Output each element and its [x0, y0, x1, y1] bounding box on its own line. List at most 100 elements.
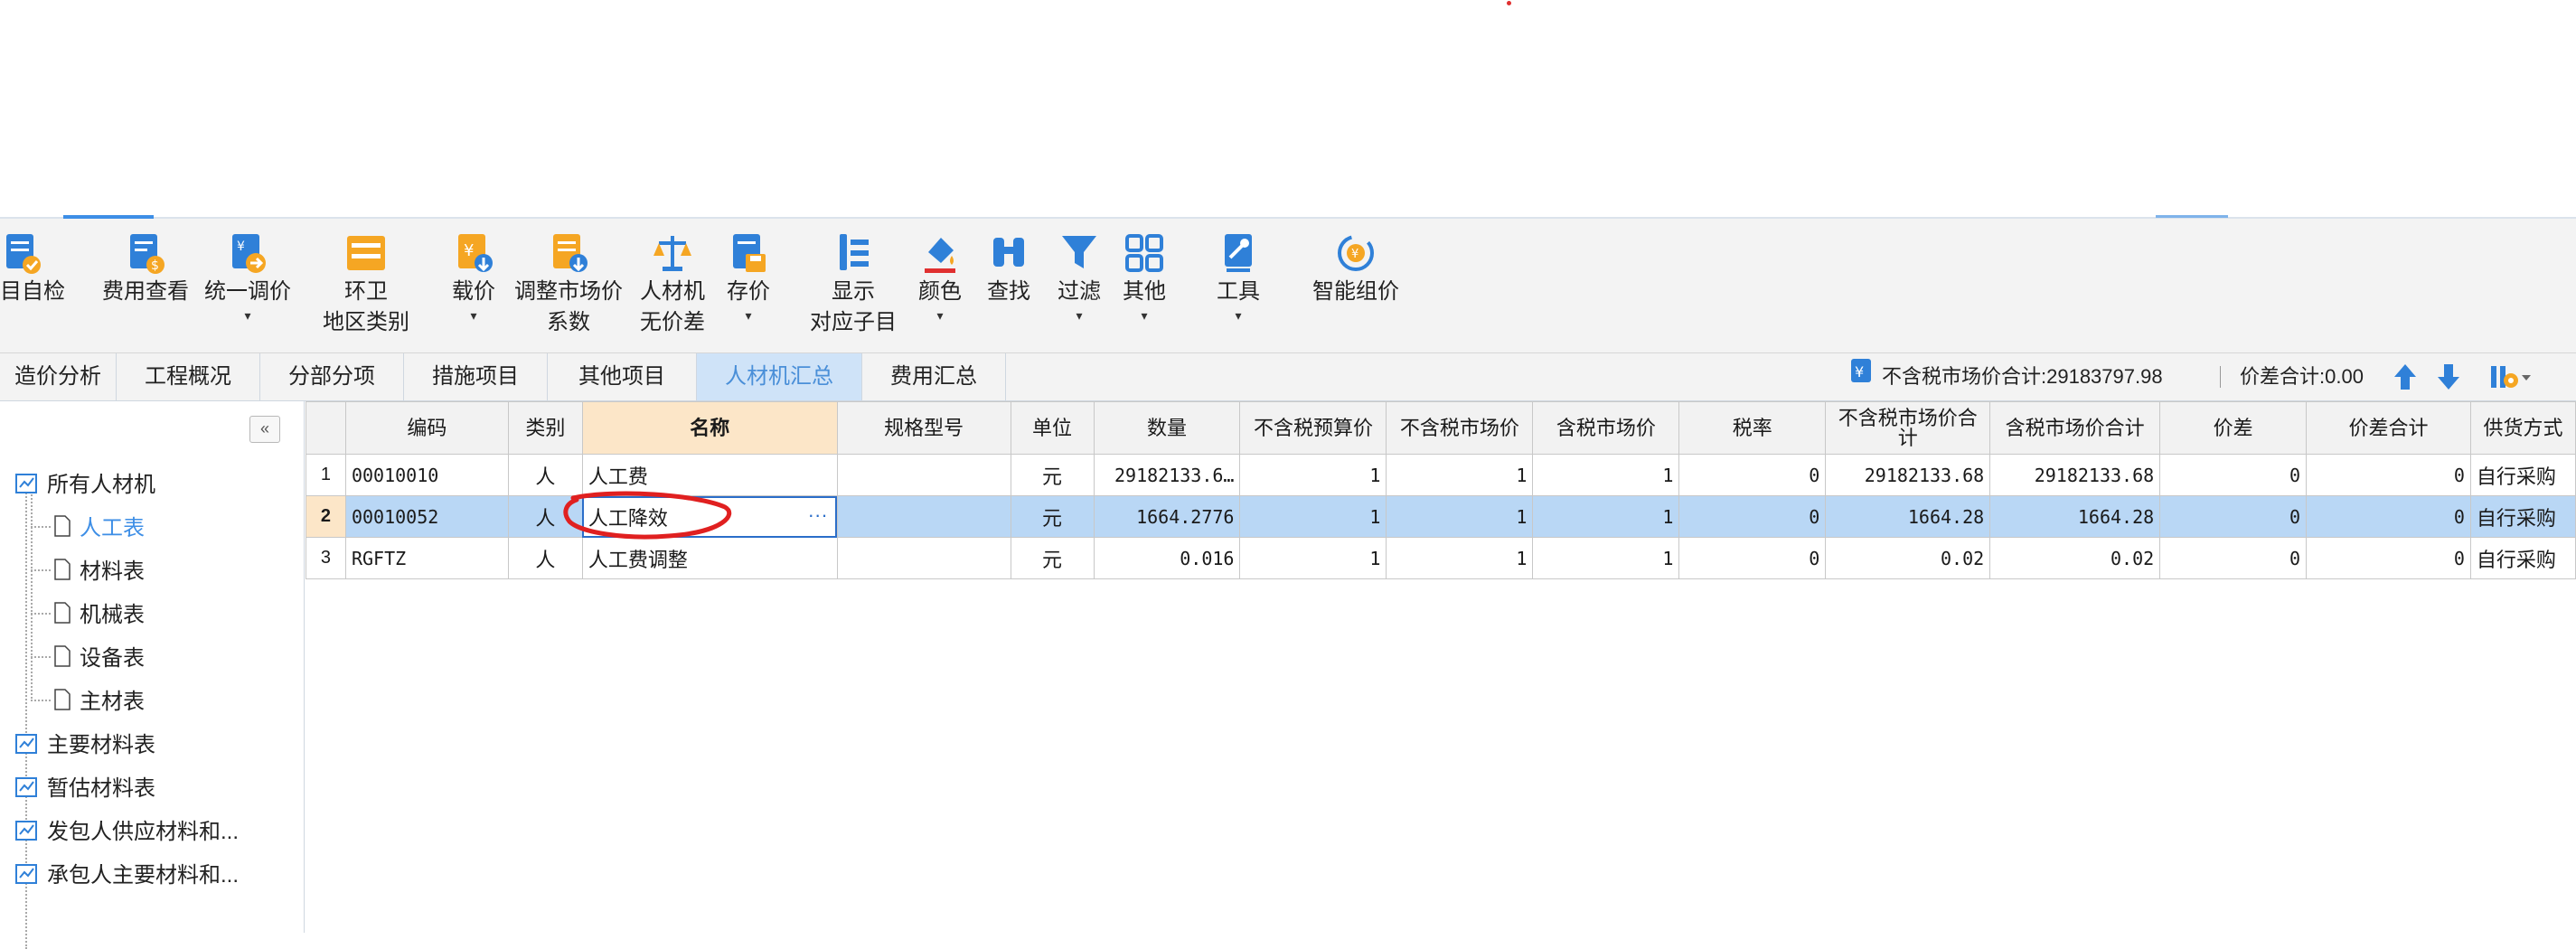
tools-button[interactable]: 工具 ▾ — [1202, 230, 1274, 322]
header-price-diff[interactable]: 价差 — [2159, 401, 2308, 455]
tree-item-materials[interactable]: 材料表 — [52, 553, 145, 587]
cell-code[interactable]: 00010010 — [344, 454, 509, 496]
tab-project-overview[interactable]: 工程概况 — [117, 353, 260, 400]
cell-market-price-tax[interactable]: 1 — [1532, 537, 1680, 579]
column-settings-icon[interactable] — [2489, 362, 2534, 396]
header-market-price[interactable]: 不含税市场价 — [1386, 401, 1534, 455]
table-chart-icon — [14, 731, 40, 761]
tab-labor-material-machine-summary[interactable]: 人材机汇总 — [697, 353, 862, 400]
tree-item-equipment[interactable]: 设备表 — [52, 640, 145, 674]
cell-unit[interactable]: 元 — [1010, 495, 1095, 538]
cell-market-price-tax[interactable]: 1 — [1532, 454, 1680, 496]
tree-item-labor[interactable]: 人工表 — [52, 510, 145, 544]
cell-unit[interactable]: 元 — [1010, 537, 1095, 579]
header-type[interactable]: 类别 — [507, 401, 583, 455]
table-chart-icon — [14, 818, 40, 848]
tree-item-label: 承包人主要材料和... — [47, 863, 240, 888]
project-check-button[interactable]: 项目自检 — [0, 230, 76, 307]
smart-pricing-button[interactable]: ¥ 智能组价 — [1297, 230, 1415, 307]
tree-item-machinery[interactable]: 机械表 — [52, 597, 145, 631]
cell-spec[interactable] — [836, 537, 1011, 579]
filter-button[interactable]: 过滤 ▾ — [1045, 230, 1114, 322]
cell-code[interactable]: 00010052 — [344, 495, 509, 538]
tab-sections[interactable]: 分部分项 — [260, 353, 404, 400]
no-price-diff-label: 人材机 无价差 — [640, 279, 705, 334]
more-options-icon[interactable]: ··· — [808, 503, 828, 527]
cell-spec[interactable] — [836, 495, 1011, 538]
cell-price-diff-total: 0 — [2306, 495, 2471, 538]
show-subitem-button[interactable]: 显示 对应子目 — [799, 230, 907, 338]
table-row[interactable]: 1 00010010 人 人工费 元 29182133.6… 1 1 1 0 2… — [306, 454, 2576, 496]
chevron-down-icon: ▾ — [470, 308, 477, 323]
tab-cost-analysis[interactable]: 造价分析 — [0, 353, 117, 400]
region-category-button[interactable]: 环卫 地区类别 — [316, 230, 416, 338]
cell-market-price[interactable]: 1 — [1386, 454, 1534, 496]
tree-item-owner-supplied[interactable]: 发包人供应材料和... — [14, 813, 239, 848]
table-row[interactable]: 3 RGFTZ 人 人工费调整 元 0.016 1 1 1 0 0.02 0.0… — [306, 537, 2576, 579]
cell-spec[interactable] — [836, 454, 1011, 496]
cell-market-price[interactable]: 1 — [1386, 537, 1534, 579]
cell-code[interactable]: RGFTZ — [344, 537, 509, 579]
header-market-total[interactable]: 不含税市场价合计 — [1825, 401, 1991, 455]
tree-item-main-materials[interactable]: 主材表 — [52, 683, 145, 718]
move-down-arrow-icon[interactable] — [2435, 362, 2462, 396]
header-spec[interactable]: 规格型号 — [836, 401, 1011, 455]
unified-price-adjust-button[interactable]: ¥ 统一调价 ▾ — [198, 230, 297, 322]
color-button[interactable]: 颜色 ▾ — [906, 230, 974, 322]
tree-item-estimated-materials[interactable]: 暂估材料表 — [14, 770, 155, 804]
header-market-price-tax[interactable]: 含税市场价 — [1532, 401, 1680, 455]
cell-name[interactable]: 人工费 — [581, 454, 838, 496]
ribbon-toolbar: 项目自检 $ 费用查看 ¥ 统一调价 ▾ 环卫 地区类别 ¥ 载价 ▾ 调整市场… — [0, 219, 2576, 353]
cell-tax-rate[interactable]: 0 — [1678, 537, 1827, 579]
cell-market-price[interactable]: 1 — [1386, 495, 1534, 538]
collapse-panel-button[interactable]: « — [249, 416, 280, 443]
header-market-total-tax[interactable]: 含税市场价合计 — [1989, 401, 2161, 455]
chevron-down-icon: ▾ — [936, 308, 944, 323]
cell-tax-rate[interactable]: 0 — [1678, 495, 1827, 538]
no-price-diff-button[interactable]: 人材机 无价差 — [633, 230, 712, 338]
find-button[interactable]: 查找 — [974, 230, 1043, 307]
header-quantity[interactable]: 数量 — [1093, 401, 1241, 455]
tab-cost-summary[interactable]: 费用汇总 — [862, 353, 1006, 400]
cell-tax-rate[interactable]: 0 — [1678, 454, 1827, 496]
cell-price-diff-total: 0 — [2306, 454, 2471, 496]
save-price-icon — [725, 230, 772, 277]
cell-market-price-tax[interactable]: 1 — [1532, 495, 1680, 538]
header-budget-price[interactable]: 不含税预算价 — [1239, 401, 1387, 455]
tree-item-contractor-materials[interactable]: 承包人主要材料和... — [14, 857, 239, 891]
cell-budget-price[interactable]: 1 — [1239, 495, 1387, 538]
tab-other-items[interactable]: 其他项目 — [548, 353, 697, 400]
cell-supply-method[interactable]: 自行采购 — [2469, 495, 2576, 538]
header-code[interactable]: 编码 — [344, 401, 509, 455]
tree-item-key-materials[interactable]: 主要材料表 — [14, 727, 155, 761]
cell-type[interactable]: 人 — [507, 537, 583, 579]
cell-type[interactable]: 人 — [507, 454, 583, 496]
cell-quantity[interactable]: 29182133.6… — [1093, 454, 1241, 496]
resource-summary-grid: 编码 类别 名称 规格型号 单位 数量 不含税预算价 不含税市场价 含税市场价 … — [306, 401, 2576, 933]
header-tax-rate[interactable]: 税率 — [1678, 401, 1827, 455]
cell-unit[interactable]: 元 — [1010, 454, 1095, 496]
cell-market-total: 0.02 — [1825, 537, 1991, 579]
tree-item-all[interactable]: 所有人材机 — [14, 466, 155, 501]
cell-supply-method[interactable]: 自行采购 — [2469, 537, 2576, 579]
header-price-diff-total[interactable]: 价差合计 — [2306, 401, 2471, 455]
other-label: 其他 — [1123, 279, 1166, 304]
tree-guide-line — [31, 656, 51, 658]
cell-supply-method[interactable]: 自行采购 — [2469, 454, 2576, 496]
header-name[interactable]: 名称 — [581, 401, 838, 455]
cell-quantity[interactable]: 0.016 — [1093, 537, 1241, 579]
load-price-button[interactable]: ¥ 载价 ▾ — [437, 230, 510, 322]
other-button[interactable]: 其他 ▾ — [1110, 230, 1179, 322]
cell-budget-price[interactable]: 1 — [1239, 454, 1387, 496]
cell-quantity[interactable]: 1664.2776 — [1093, 495, 1241, 538]
cost-view-button[interactable]: $ 费用查看 — [96, 230, 195, 307]
header-supply-method[interactable]: 供货方式 — [2469, 401, 2576, 455]
row-number: 2 — [306, 495, 346, 538]
cell-budget-price[interactable]: 1 — [1239, 537, 1387, 579]
cell-name[interactable]: 人工费调整 — [581, 537, 838, 579]
header-unit[interactable]: 单位 — [1010, 401, 1095, 455]
market-price-coefficient-button[interactable]: 调整市场价 系数 — [512, 230, 625, 338]
tab-measures[interactable]: 措施项目 — [404, 353, 548, 400]
move-up-arrow-icon[interactable] — [2392, 362, 2419, 396]
save-price-button[interactable]: 存价 ▾ — [716, 230, 781, 322]
